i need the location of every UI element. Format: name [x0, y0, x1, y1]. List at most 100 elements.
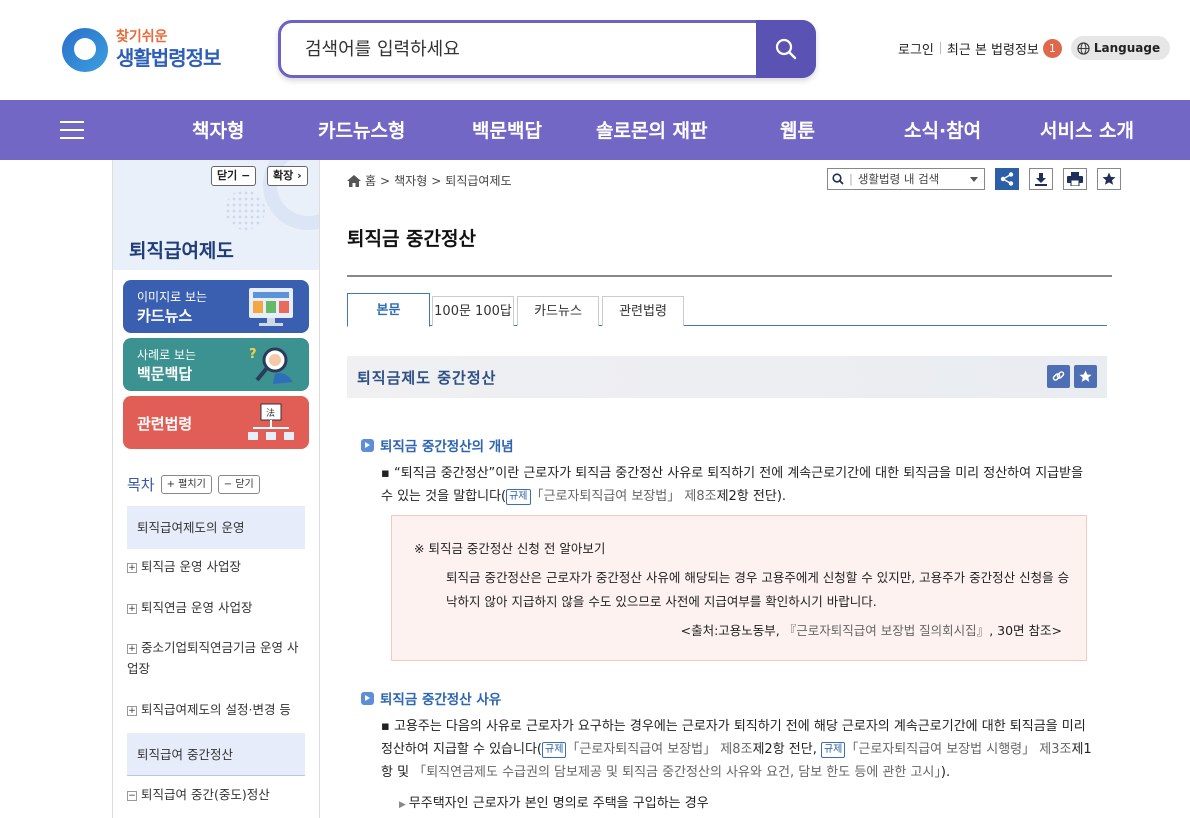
note-source: <출처:고용노동부, 『근로자퇴직급여 보장법 질의회시집』, 30면 참조>: [681, 620, 1062, 639]
star-icon: [1079, 370, 1092, 382]
tab-body[interactable]: 본문: [347, 293, 430, 327]
bullet-icon: [361, 438, 374, 452]
list-item-text: 무주택자인 근로자가 본인 명의로 주택을 구입하는 경우: [408, 796, 709, 811]
download-button[interactable]: [1029, 168, 1053, 190]
bullet-dot: ▪: [381, 719, 394, 734]
toc-item[interactable]: + 퇴직금 운영 사업장: [127, 556, 305, 577]
print-button[interactable]: [1063, 168, 1087, 190]
qa-link[interactable]: 사례로 보는 백문백답 ?: [123, 338, 309, 391]
svg-text:?: ?: [249, 347, 257, 362]
bullet-dot: ▪: [381, 466, 394, 481]
minus-icon: −: [127, 790, 137, 801]
nav-item-about[interactable]: 서비스 소개: [1040, 116, 1134, 143]
nav-item-solomon[interactable]: 솔로몬의 재판: [596, 116, 708, 143]
toc-header: 목차 + 펼치기 − 닫기: [127, 474, 260, 495]
toc-item[interactable]: − 퇴직급여 중간(중도)정산: [127, 784, 305, 805]
recent-laws-link[interactable]: 최근 본 법령정보: [947, 39, 1039, 58]
nav-item-book[interactable]: 책자형: [192, 116, 244, 143]
star-icon: [1102, 172, 1116, 185]
note-title: ※ 퇴직금 중간정산 신청 전 알아보기: [414, 541, 606, 556]
toc-item[interactable]: + 중소기업퇴직연금기금 운영 사업장: [127, 637, 305, 679]
sidebar-close-button[interactable]: 닫기 −: [211, 166, 257, 186]
tab-related-law[interactable]: 관련법령: [602, 296, 684, 326]
law-link[interactable]: 「근로자퇴직급여 보장법」 제8조: [566, 742, 752, 757]
plus-icon: +: [127, 643, 137, 654]
toc-label: 목차: [127, 476, 155, 494]
paragraph-reason: ▪ 고용주는 다음의 사유로 근로자가 요구하는 경우에는 근로자가 퇴직하기 …: [381, 715, 1093, 784]
site-search-select[interactable]: | 생활법령 내 검색: [827, 168, 985, 190]
globe-icon: [1077, 41, 1090, 55]
page-title: 퇴직금 중간정산: [347, 228, 476, 250]
subheading-text: 퇴직금 중간정산의 개념: [380, 439, 514, 455]
home-icon: [347, 174, 361, 187]
toc-expand-button[interactable]: + 펼치기: [160, 475, 212, 494]
plus-icon: +: [127, 603, 137, 614]
arrow-bullet-icon: ▶: [399, 800, 409, 810]
share-button[interactable]: [995, 168, 1019, 190]
related-law-link[interactable]: 관련법령 法: [123, 396, 309, 449]
sidebar-expand-button[interactable]: 확장 ›: [267, 166, 308, 186]
law-link[interactable]: 「근로자퇴직급여 보장법」 제8조: [531, 489, 717, 504]
note-box: ※ 퇴직금 중간정산 신청 전 알아보기 퇴직금 중간정산은 근로자가 중간정산…: [391, 515, 1087, 661]
note-source-text: <출처:고용노동부,: [680, 623, 784, 638]
list-item: ▶ 무주택자인 근로자가 본인 명의로 주택을 구입하는 경우: [399, 792, 709, 811]
toc-item-label: 퇴직금 운영 사업장: [141, 559, 241, 574]
section-title: 퇴직금제도 중간정산: [357, 369, 497, 387]
bookmark-button[interactable]: [1097, 168, 1121, 190]
paragraph-text: 제2항 전단,: [752, 742, 821, 757]
bullet-icon: [361, 691, 374, 705]
card-news-line2: 카드뉴스: [137, 307, 193, 325]
search-button[interactable]: [756, 20, 816, 78]
link-icon: [1052, 371, 1065, 381]
qa-line2: 백문백답: [137, 365, 193, 383]
copy-link-button[interactable]: [1047, 365, 1070, 388]
law-link[interactable]: 「근로자퇴직급여 보장법 시행령」 제3조: [845, 742, 1071, 757]
recent-count-badge: 1: [1042, 38, 1062, 58]
toc-item[interactable]: + 퇴직연금 운영 사업장: [127, 597, 305, 618]
subheading-reason: 퇴직금 중간정산 사유: [361, 688, 501, 708]
nav-item-qa[interactable]: 백문백답: [472, 116, 542, 143]
law-link[interactable]: 「퇴직연금제도 수급권의 담보제공 및 퇴직금 중간정산의 사유와 요건, 담보…: [413, 765, 941, 780]
toc-item-label: 퇴직연금 운영 사업장: [141, 600, 253, 615]
main-search-box: [278, 20, 816, 78]
plus-icon: +: [127, 562, 137, 573]
law-tag[interactable]: 규제: [542, 742, 567, 758]
subheading-concept: 퇴직금 중간정산의 개념: [361, 435, 514, 455]
breadcrumb-book[interactable]: 책자형: [394, 172, 427, 189]
logo-mark-icon: [62, 28, 108, 72]
breadcrumb-home[interactable]: 홈: [365, 172, 376, 189]
content-tabs: 본문 100문 100답 카드뉴스 관련법령: [347, 293, 1107, 327]
paragraph-text: ).: [940, 765, 951, 780]
search-input[interactable]: [305, 35, 745, 63]
tab-cardnews[interactable]: 카드뉴스: [517, 296, 599, 326]
toc-item-current[interactable]: 퇴직급여 중간정산: [127, 733, 305, 776]
header-utility: 로그인 최근 본 법령정보 1 Language: [898, 36, 1171, 60]
search-icon: [775, 38, 797, 60]
toc-item[interactable]: 퇴직급여제도의 운영: [127, 506, 305, 549]
site-logo[interactable]: 찾기쉬운 생활법령정보: [62, 24, 232, 76]
page-tools: | 생활법령 내 검색: [827, 168, 1121, 190]
note-source-book: 『근로자퇴직급여 보장법 질의회시집』: [783, 623, 990, 638]
nav-item-cardnews[interactable]: 카드뉴스형: [318, 116, 405, 143]
law-tag[interactable]: 규제: [820, 742, 846, 758]
print-icon: [1067, 172, 1083, 186]
qa-line1: 사례로 보는: [137, 348, 197, 362]
breadcrumb-current[interactable]: 퇴직급여제도: [445, 172, 511, 189]
magnifier-person-icon: ?: [249, 347, 293, 384]
logo-bottom-text: 생활법령정보: [116, 46, 221, 70]
title-divider: [347, 275, 1112, 277]
breadcrumb-separator: >: [431, 173, 442, 188]
language-button[interactable]: Language: [1070, 36, 1171, 60]
language-label: Language: [1093, 41, 1161, 55]
menu-hamburger-icon[interactable]: [60, 121, 84, 139]
nav-item-news[interactable]: 소식·참여: [904, 116, 981, 143]
nav-item-webtoon[interactable]: 웹툰: [780, 116, 815, 143]
card-news-link[interactable]: 이미지로 보는 카드뉴스: [123, 280, 309, 333]
login-link[interactable]: 로그인: [898, 39, 934, 58]
tab-100qa[interactable]: 100문 100답: [432, 296, 514, 326]
note-body: 퇴직금 중간정산은 근로자가 중간정산 사유에 해당되는 경우 고용주에게 신청…: [446, 570, 1070, 609]
toc-close-button[interactable]: − 닫기: [217, 475, 260, 494]
section-bookmark-button[interactable]: [1074, 365, 1097, 388]
law-tag[interactable]: 규제: [506, 489, 531, 505]
toc-item[interactable]: + 퇴직급여제도의 설정·변경 등: [127, 699, 305, 720]
